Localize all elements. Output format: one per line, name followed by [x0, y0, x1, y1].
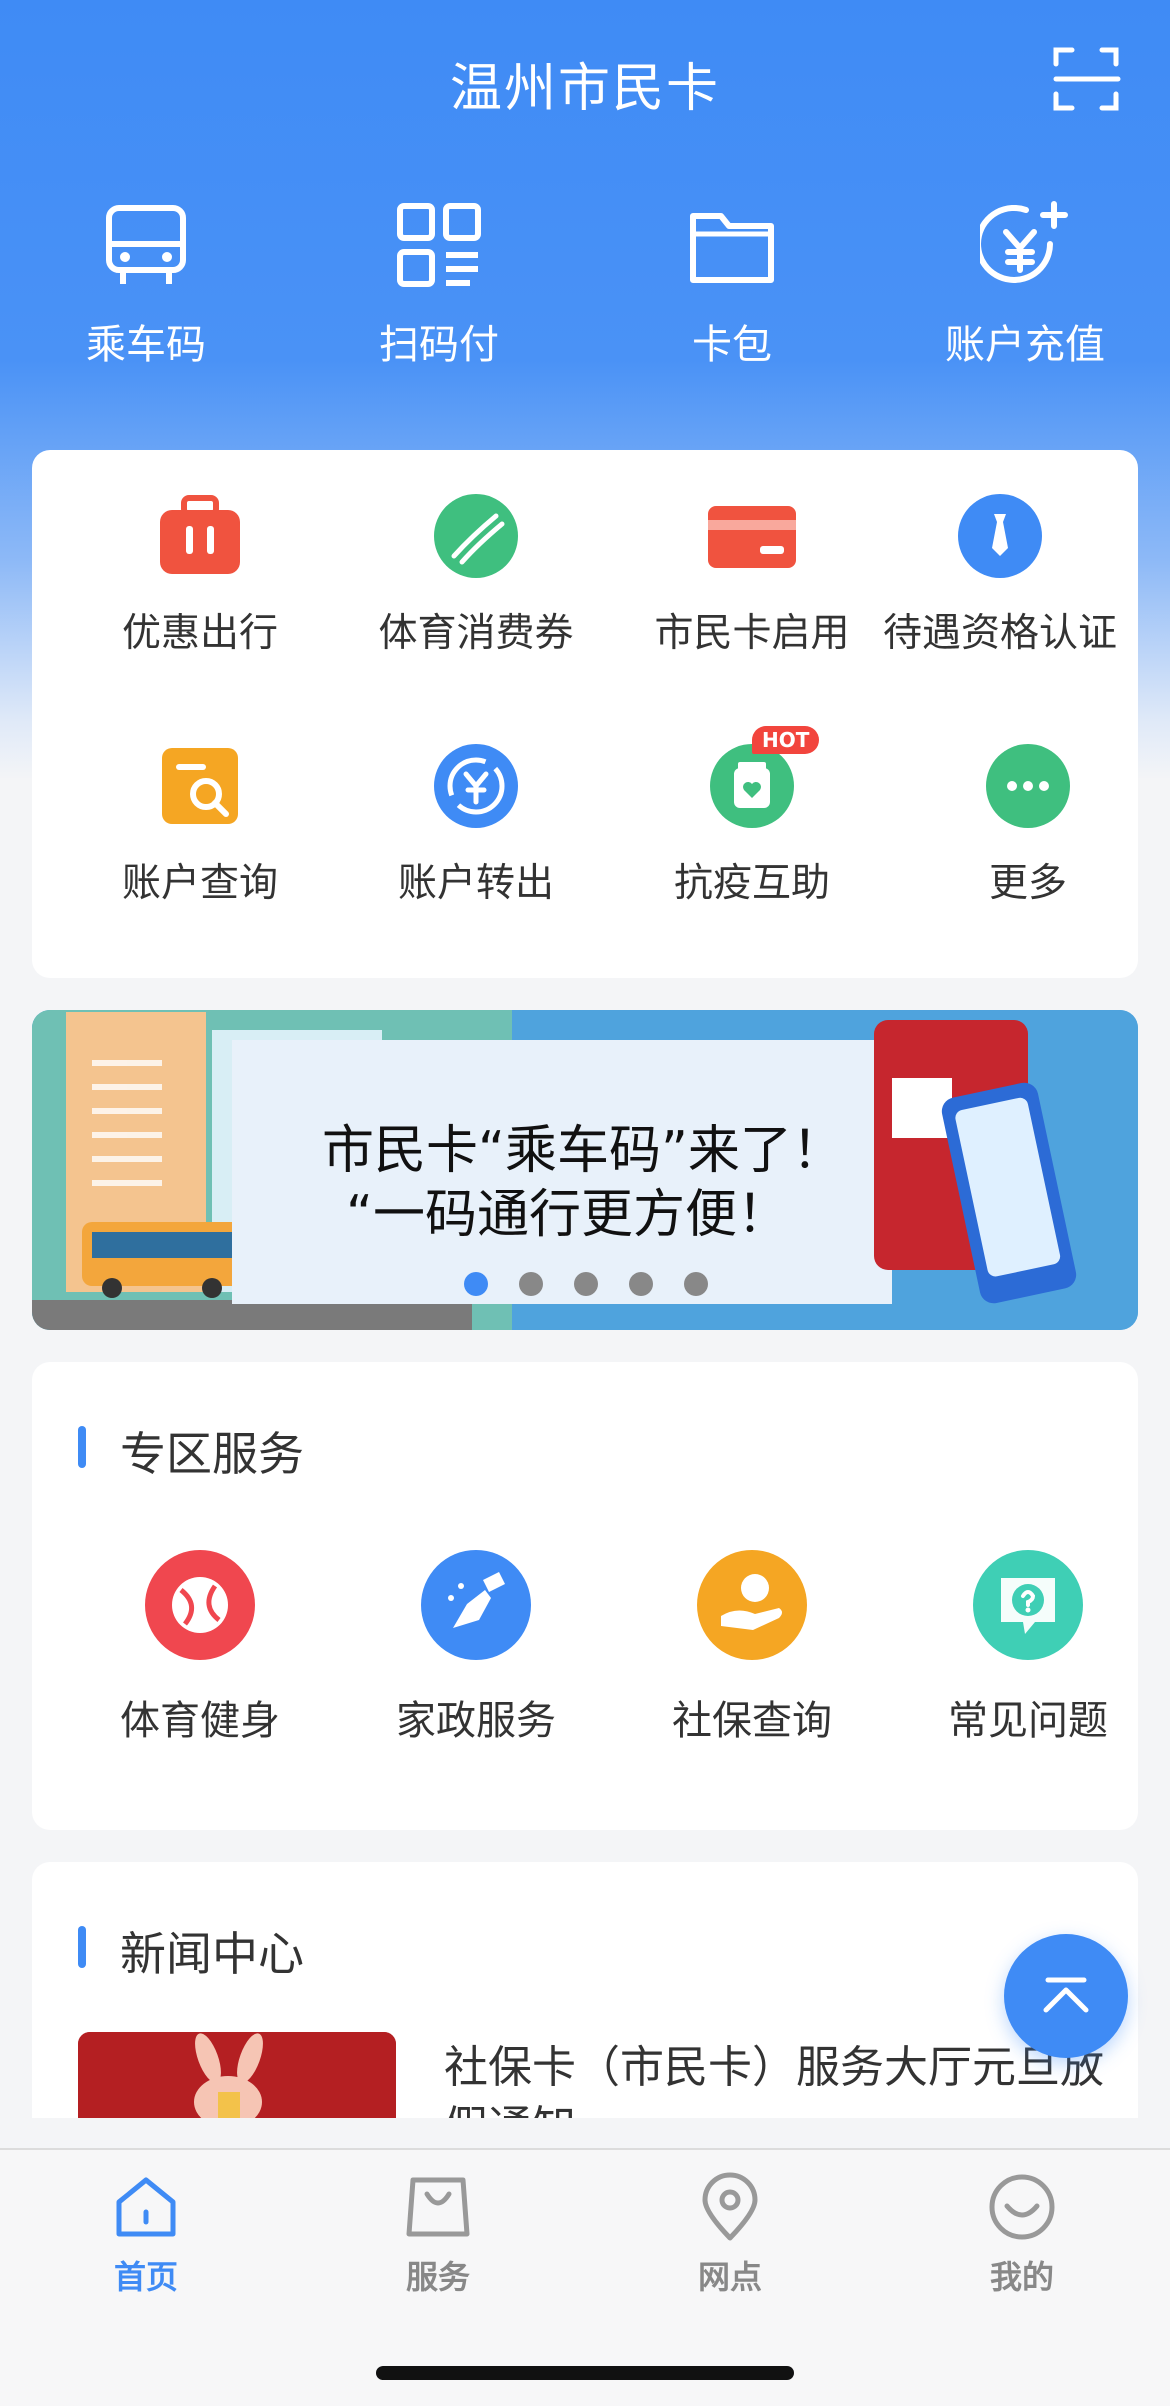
service-label: 账户转出 — [397, 861, 554, 906]
page-title: 温州市民卡 — [449, 59, 720, 119]
zone-item-label: 常见问题 — [948, 1698, 1108, 1744]
yen-transfer-icon — [432, 742, 520, 830]
chevron-up-icon — [1043, 1977, 1089, 2013]
quick-action-label: 扫码付 — [379, 322, 499, 368]
zone-item-label: 家政服务 — [396, 1698, 556, 1744]
quick-actions: 乘车码 扫码付 卡包 账户充值 — [0, 200, 1170, 400]
service-label: 抗疫互助 — [673, 861, 830, 906]
pagination-dot[interactable] — [464, 1272, 488, 1296]
quick-action-top-up[interactable]: 账户充值 — [905, 200, 1145, 400]
service-label: 体育消费券 — [378, 611, 574, 656]
news-card: 新闻中心 社保卡（市民卡）服务大厅元旦放假通知 — [32, 1862, 1138, 2118]
scan-button[interactable] — [1052, 44, 1122, 114]
zone-item-faq[interactable]: 常见问题 — [890, 1550, 1166, 1746]
scan-icon — [1053, 47, 1121, 111]
yen-plus-icon — [980, 201, 1068, 283]
promo-banner[interactable]: 市民卡“乘车码”来了！ “一码通行更方便！ — [32, 1010, 1138, 1330]
bag-icon — [406, 2177, 470, 2237]
tab-services[interactable]: 服务 — [338, 2172, 538, 2298]
pagination-dot[interactable] — [519, 1272, 543, 1296]
pagination-dot[interactable] — [629, 1272, 653, 1296]
rabbit-illustration — [78, 2032, 396, 2118]
tab-home[interactable]: 首页 — [46, 2172, 246, 2298]
quick-action-card-wallet[interactable]: 卡包 — [612, 200, 852, 400]
service-epidemic-mutual-aid[interactable]: HOT 抗疫互助 — [614, 726, 890, 908]
zone-item-social-security[interactable]: 社保查询 — [614, 1550, 890, 1746]
service-eligibility-auth[interactable]: 待遇资格认证 — [862, 492, 1138, 658]
luggage-icon — [156, 492, 244, 580]
zone-item-housekeeping[interactable]: 家政服务 — [338, 1550, 614, 1746]
pagination-dot[interactable] — [684, 1272, 708, 1296]
tie-icon — [956, 492, 1044, 580]
pagination-dot[interactable] — [574, 1272, 598, 1296]
zone-item-label: 社保查询 — [672, 1698, 832, 1744]
section-title: 专区服务 — [78, 1418, 304, 1484]
service-account-transfer[interactable]: 账户转出 — [338, 742, 614, 908]
zone-item-fitness[interactable]: 体育健身 — [62, 1550, 338, 1746]
hot-badge: HOT — [752, 726, 820, 754]
home-icon — [116, 2177, 176, 2237]
broom-icon — [421, 1550, 531, 1660]
tab-label: 首页 — [113, 2258, 178, 2296]
home-indicator — [376, 2366, 794, 2380]
folder-icon — [690, 213, 774, 283]
tab-label: 服务 — [405, 2258, 470, 2296]
banner-subheadline: “一码通行更方便！ — [346, 1185, 789, 1245]
service-account-query[interactable]: 账户查询 — [62, 742, 338, 908]
service-label: 账户查询 — [121, 861, 278, 906]
card-icon — [708, 492, 796, 580]
quick-action-label: 乘车码 — [86, 322, 206, 368]
service-sports-voucher[interactable]: 体育消费券 — [338, 492, 614, 658]
service-more[interactable]: 更多 — [890, 742, 1166, 908]
quick-action-ride-code[interactable]: 乘车码 — [26, 200, 266, 400]
question-icon — [973, 1550, 1083, 1660]
more-icon — [984, 742, 1072, 830]
service-label: 待遇资格认证 — [882, 611, 1117, 656]
tab-mine[interactable]: 我的 — [922, 2172, 1122, 2298]
service-discount-travel[interactable]: 优惠出行 — [62, 492, 338, 658]
service-label: 市民卡启用 — [654, 611, 850, 656]
tab-label: 网点 — [697, 2258, 762, 2296]
bus-icon — [106, 205, 186, 284]
medicine-icon: HOT — [708, 726, 820, 830]
tab-outlets[interactable]: 网点 — [630, 2172, 830, 2298]
quick-action-label: 账户充值 — [945, 322, 1105, 368]
quick-action-scan-pay[interactable]: 扫码付 — [319, 200, 559, 400]
social-security-icon — [697, 1550, 807, 1660]
sports-ball-icon — [432, 492, 520, 580]
news-thumbnail[interactable] — [78, 2032, 396, 2118]
quick-action-label: 卡包 — [692, 322, 772, 368]
service-label: 更多 — [988, 861, 1067, 906]
fitness-icon — [145, 1550, 255, 1660]
scroll-to-top-button[interactable] — [1004, 1934, 1128, 2058]
smile-icon — [989, 2174, 1055, 2240]
tab-label: 我的 — [989, 2258, 1054, 2296]
zone-item-label: 体育健身 — [120, 1698, 280, 1744]
service-label: 优惠出行 — [121, 611, 278, 656]
services-card: 优惠出行 体育消费券 市民卡启用 待遇资格认证 账户查询 账户转出 HOT 抗疫… — [32, 450, 1138, 978]
service-card-activation[interactable]: 市民卡启用 — [614, 492, 890, 658]
section-title: 新闻中心 — [78, 1918, 304, 1984]
location-icon — [702, 2172, 758, 2241]
qr-pay-icon — [397, 203, 481, 287]
banner-pagination — [464, 1272, 739, 1300]
zone-services-card: 专区服务 体育健身 家政服务 社保查询 常见问题 — [32, 1362, 1138, 1830]
app-header: 温州市民卡 — [0, 0, 1170, 160]
doc-search-icon — [156, 742, 244, 830]
